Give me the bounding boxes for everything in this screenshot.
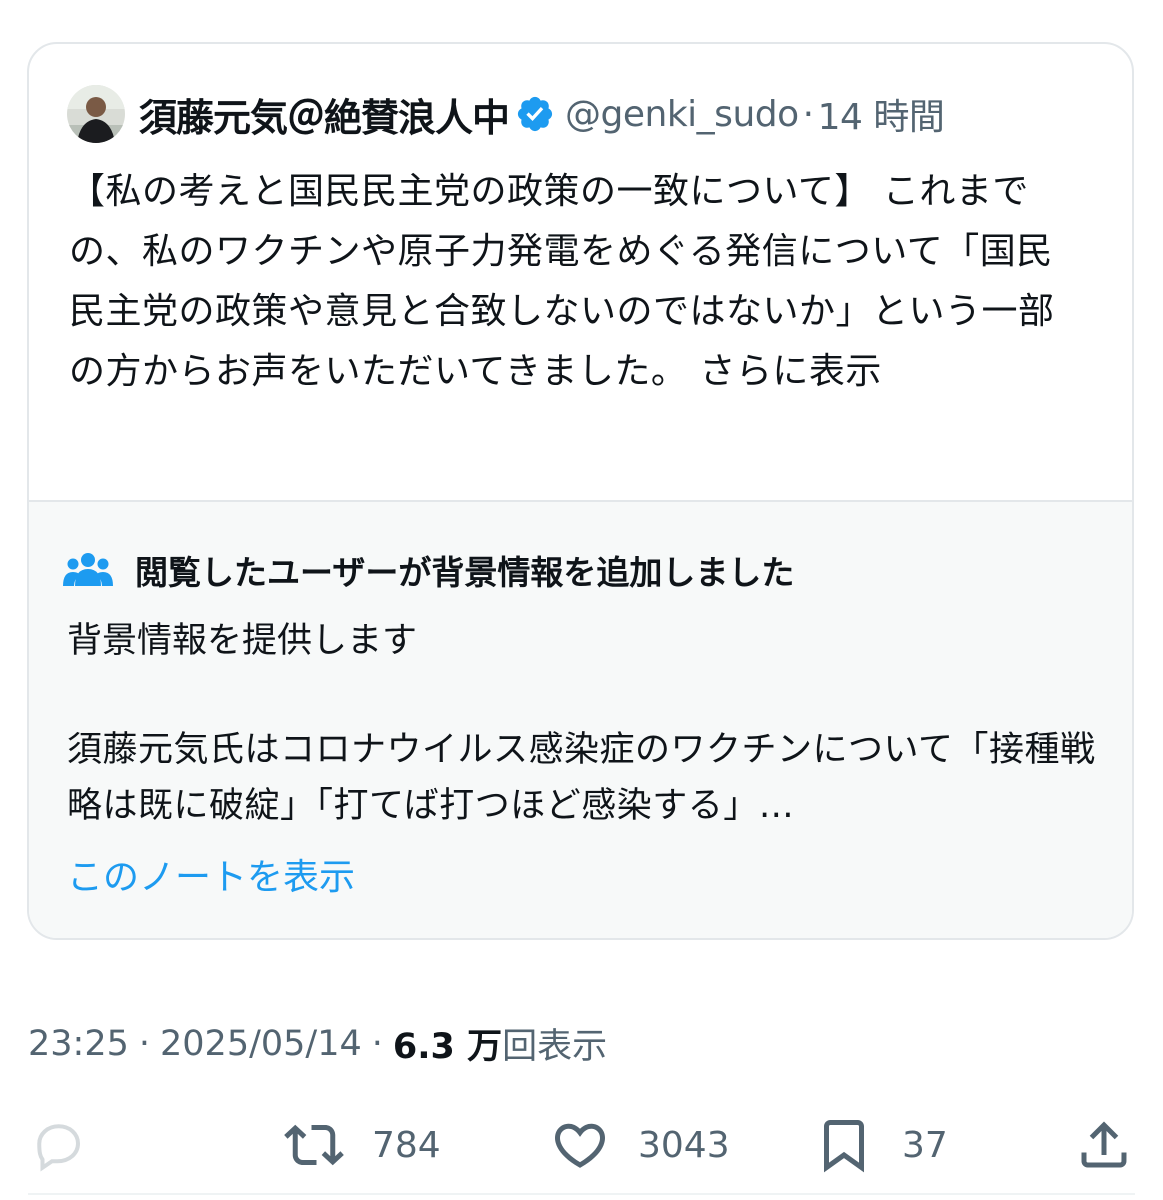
handle[interactable]: @genki_sudo [565, 94, 799, 135]
retweet-icon [284, 1124, 344, 1166]
share-icon [1081, 1121, 1127, 1168]
separator: · [802, 93, 814, 135]
views-count: 6.3 万 [392, 1027, 503, 1067]
people-icon [63, 553, 113, 586]
reply-icon [37, 1124, 81, 1172]
action-bar: 784 3043 37 [0, 1110, 1163, 1180]
views-label: 回表示 [502, 1027, 608, 1067]
like-button[interactable]: 3043 [550, 1110, 730, 1180]
bookmark-count: 37 [902, 1124, 948, 1166]
community-note[interactable]: 閲覧したユーザーが背景情報を追加しました 背景情報を提供します 須藤元気氏はコロ… [29, 500, 1132, 938]
quoted-post-header: 須藤元気＠絶賛浪人中 @genki_sudo · 14 時間 [67, 84, 945, 144]
retweet-button[interactable]: 784 [284, 1110, 441, 1180]
quoted-post-text: 【私の考えと国民民主党の政策の一致について】 これまでの、私のワクチンや原子力発… [69, 162, 1079, 402]
meta-dot: · [371, 1023, 383, 1064]
community-note-header: 閲覧したユーザーが背景情報を追加しました [63, 546, 794, 594]
avatar[interactable] [67, 85, 125, 143]
quoted-post-body: 【私の考えと国民民主党の政策の一致について】 これまでの、私のワクチンや原子力発… [69, 171, 1055, 392]
community-note-subtitle: 背景情報を提供します [67, 621, 418, 661]
show-more-link[interactable]: さらに表示 [699, 351, 882, 392]
meta-dot: · [138, 1023, 151, 1064]
bookmark-icon [824, 1120, 864, 1173]
divider [28, 1193, 1135, 1195]
community-note-title: 閲覧したユーザーが背景情報を追加しました [135, 553, 795, 592]
bookmark-button[interactable]: 37 [814, 1110, 948, 1180]
reply-button[interactable] [28, 1110, 88, 1180]
display-name[interactable]: 須藤元気＠絶賛浪人中 [139, 87, 510, 142]
retweet-count: 784 [372, 1124, 441, 1166]
post-timestamp[interactable]: 23:25 [28, 1024, 129, 1064]
quoted-post-card[interactable]: 須藤元気＠絶賛浪人中 @genki_sudo · 14 時間 【私の考えと国民民… [27, 42, 1134, 940]
post-date[interactable]: 2025/05/14 [160, 1024, 362, 1064]
verified-badge-icon [517, 96, 553, 132]
share-button[interactable] [1074, 1110, 1134, 1180]
post-meta: 23:25 · 2025/05/14 · 6.3 万 回表示 [28, 1018, 607, 1069]
show-note-link[interactable]: このノートを表示 [67, 848, 355, 900]
post-time[interactable]: 14 時間 [818, 88, 945, 140]
community-note-body: 須藤元気氏はコロナウイルス感染症のワクチンについて「接種戦略は既に破綻」「打てば… [67, 730, 1096, 826]
like-count: 3043 [638, 1124, 730, 1166]
heart-icon [554, 1123, 606, 1168]
